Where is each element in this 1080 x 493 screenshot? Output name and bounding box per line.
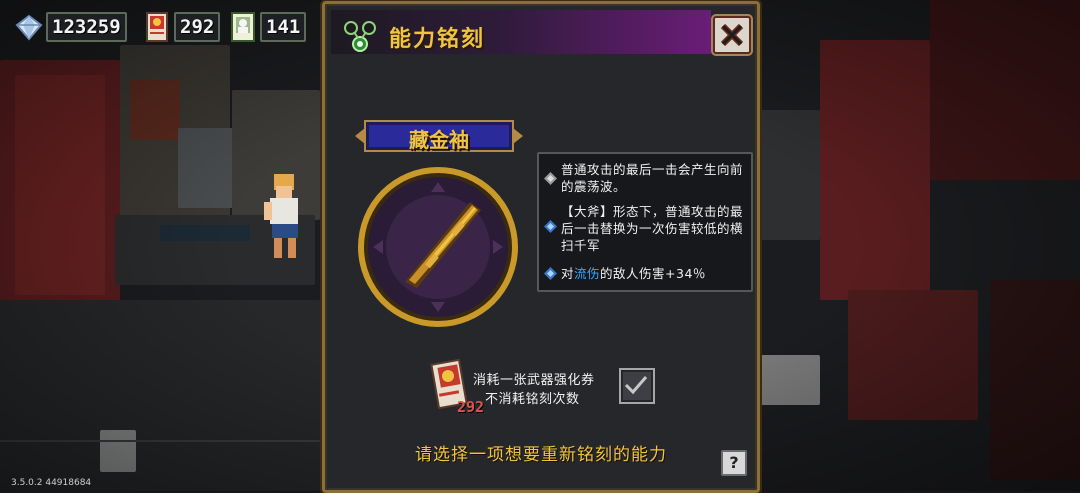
coupon-icon: [142, 11, 172, 43]
coupon-owned-count: 292: [457, 398, 485, 416]
coupon-count: 292: [174, 12, 221, 42]
use-coupon-checkbox[interactable]: [619, 368, 655, 404]
help-button[interactable]: ?: [721, 450, 747, 476]
player-character: [264, 174, 298, 258]
ability-option-2[interactable]: 【大斧】形态下，普通攻击的最后一击替换为一次伤害较低的横扫千军: [539, 200, 751, 254]
title-bar: 能力铭刻: [331, 10, 711, 54]
ability-text: 【大斧】形态下，普通攻击的最后一击替换为一次伤害较低的横扫千军: [561, 204, 744, 253]
ability-option-3[interactable]: 对流伤的敌人伤害+34％: [539, 262, 751, 284]
coupon-counter: 292: [142, 11, 221, 43]
instruction-text: 请选择一项想要重新铭刻的能力: [415, 445, 667, 465]
blue-gem-icon: [544, 220, 557, 233]
ability-text: 对流伤的敌人伤害+34％: [561, 266, 706, 281]
weapon-name: 藏金袖: [409, 128, 469, 152]
scroll-count: 141: [260, 12, 307, 42]
coupon-cost-text: 消耗一张武器强化券: [473, 373, 595, 388]
gem-counter: 123259: [14, 11, 127, 43]
close-button[interactable]: [713, 16, 751, 54]
gem-count: 123259: [46, 12, 127, 42]
blue-gem-icon: [544, 267, 557, 280]
inscription-icon: [344, 21, 376, 52]
weapon-name-plate: 藏金袖: [355, 119, 523, 153]
weapon-display[interactable]: [355, 164, 521, 330]
scroll-icon: [228, 11, 258, 43]
gray-gem-icon: [544, 172, 557, 185]
close-icon: [720, 23, 744, 47]
ability-list: 普通攻击的最后一击会产生向前的震荡波。 【大斧】形态下，普通攻击的最后一击替换为…: [537, 152, 753, 292]
dialog-title: 能力铭刻: [389, 27, 486, 52]
checkmark-icon: [624, 376, 648, 395]
scroll-counter: 141: [228, 11, 307, 43]
status-keyword: 流伤: [574, 266, 601, 281]
inscription-dialog: 能力铭刻 藏金袖 普通攻击的最后一击会产生向前的震荡波。 【大斧】形态下，普通攻…: [322, 1, 760, 493]
coupon-benefit-text: 不消耗铭刻次数: [485, 392, 580, 407]
ability-text: 普通攻击的最后一击会产生向前的震荡波。: [561, 162, 744, 194]
ability-option-1[interactable]: 普通攻击的最后一击会产生向前的震荡波。: [539, 158, 751, 196]
version-label: 3.5.0.2 44918684: [11, 478, 92, 488]
diamond-icon: [14, 11, 44, 43]
